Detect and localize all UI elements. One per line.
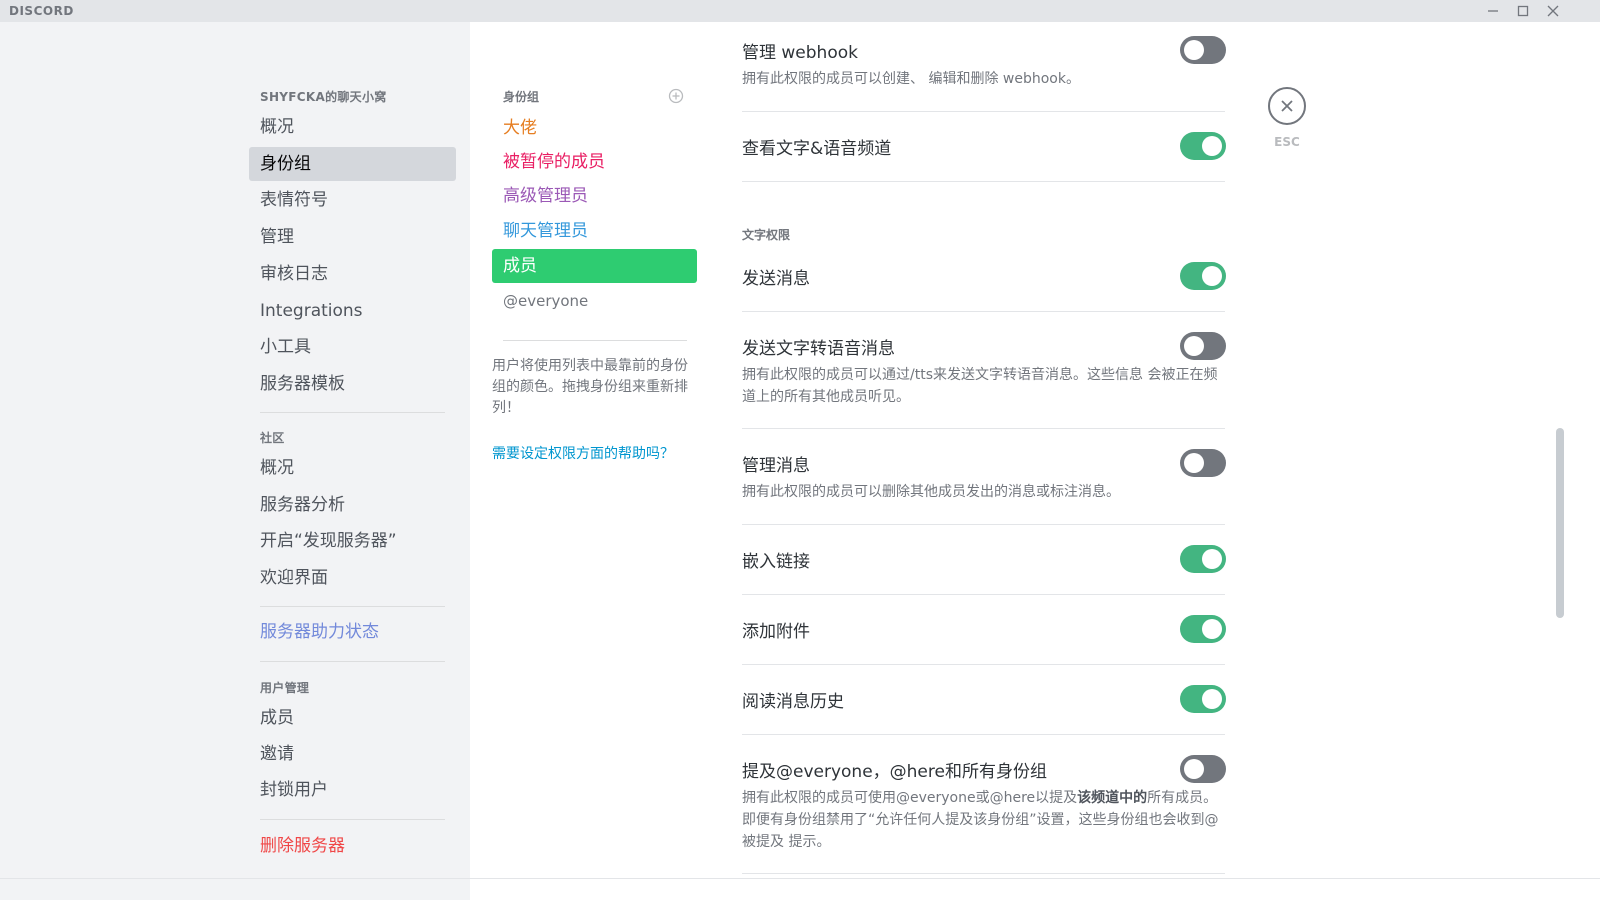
close-icon	[1281, 100, 1293, 112]
permission-divider	[742, 311, 1225, 312]
permission-desc-manage-webhooks: 拥有此权限的成员可以创建、 编辑和删除 webhook。	[742, 71, 1080, 87]
bottom-divider	[0, 878, 1600, 879]
close-settings-button[interactable]	[1268, 87, 1306, 125]
role-item[interactable]: 大佬	[492, 111, 697, 145]
desc-bold-part: 该频道中的	[1077, 790, 1148, 806]
role-item-everyone[interactable]: @everyone	[492, 284, 697, 318]
roles-divider	[503, 340, 687, 341]
sidebar-item-welcome-screen[interactable]: 欢迎界面	[249, 561, 456, 595]
user-management-header: 用户管理	[260, 681, 310, 695]
maximize-icon[interactable]	[1508, 0, 1538, 22]
toggle-send-tts[interactable]	[1180, 332, 1226, 360]
title-bar: DISCORD	[0, 0, 1600, 22]
sidebar-divider	[260, 661, 445, 662]
permission-title-read-history: 阅读消息历史	[742, 692, 844, 712]
sidebar-item-discovery[interactable]: 开启“发现服务器”	[249, 524, 456, 558]
toggle-embed-links[interactable]	[1180, 545, 1226, 573]
permission-divider	[742, 664, 1225, 665]
sidebar-item-insights[interactable]: 服务器分析	[249, 488, 456, 522]
permission-desc-send-tts: 拥有此权限的成员可以通过/tts来发送文字转语音消息。这些信息 会被正在频道上的…	[742, 367, 1218, 405]
permission-title-mention-everyone: 提及@everyone，@here和所有身份组	[742, 762, 1047, 782]
role-item[interactable]: 被暂停的成员	[492, 145, 697, 179]
sidebar-item-audit-log[interactable]: 审核日志	[249, 257, 456, 291]
toggle-view-channels[interactable]	[1180, 132, 1226, 160]
permission-divider	[742, 524, 1225, 525]
esc-label: ESC	[1274, 135, 1300, 149]
permission-title-embed-links: 嵌入链接	[742, 552, 810, 572]
permission-desc-mention-everyone: 拥有此权限的成员可使用@everyone或@here以提及该频道中的所有成员。即…	[742, 787, 1226, 853]
toggle-manage-messages[interactable]	[1180, 449, 1226, 477]
permission-divider	[742, 181, 1225, 182]
role-item-selected[interactable]: 成员	[492, 249, 697, 283]
permissions-help-link[interactable]: 需要设定权限方面的帮助吗？	[492, 443, 674, 463]
sidebar-item-community-overview[interactable]: 概况	[249, 451, 456, 485]
permission-divider	[742, 428, 1225, 429]
sidebar-item-integrations[interactable]: Integrations	[249, 294, 456, 328]
permission-title-view-channels: 查看文字&语音频道	[742, 139, 892, 159]
permission-divider	[742, 873, 1225, 874]
sidebar-item-emoji[interactable]: 表情符号	[249, 183, 456, 217]
roles-header: 身份组	[503, 90, 540, 104]
sidebar-item-bans[interactable]: 封锁用户	[249, 773, 456, 807]
sidebar-divider	[260, 819, 445, 820]
scrollbar-thumb[interactable]	[1556, 428, 1564, 618]
sidebar-item-widget[interactable]: 小工具	[249, 330, 456, 364]
permission-title-manage-messages: 管理消息	[742, 456, 810, 476]
permission-title-send-tts: 发送文字转语音消息	[742, 339, 895, 359]
community-header: 社区	[260, 431, 285, 445]
role-item[interactable]: 高级管理员	[492, 179, 697, 213]
server-settings-header: SHYFCKA的聊天小窝	[260, 90, 387, 104]
sidebar-divider	[260, 412, 445, 413]
roles-hint-text: 用户将使用列表中最靠前的身份组的颜色。拖拽身份组来重新排列！	[492, 358, 688, 416]
desc-part: 拥有此权限的成员可使用@everyone或@here以提及	[742, 790, 1078, 806]
add-role-icon[interactable]	[668, 88, 684, 104]
toggle-manage-webhooks[interactable]	[1180, 36, 1226, 64]
toggle-send-messages[interactable]	[1180, 262, 1226, 290]
toggle-read-history[interactable]	[1180, 685, 1226, 713]
discord-logo: DISCORD	[9, 4, 74, 18]
permission-divider	[742, 734, 1225, 735]
permission-divider	[742, 111, 1225, 112]
sidebar-item-roles[interactable]: 身份组	[249, 147, 456, 181]
permission-title-send-messages: 发送消息	[742, 269, 810, 289]
sidebar-item-server-template[interactable]: 服务器模板	[249, 367, 456, 401]
close-window-icon[interactable]	[1538, 0, 1568, 22]
sidebar-divider	[260, 606, 445, 607]
sidebar-item-moderation[interactable]: 管理	[249, 220, 456, 254]
permission-divider	[742, 594, 1225, 595]
permission-desc-manage-messages: 拥有此权限的成员可以删除其他成员发出的消息或标注消息。	[742, 484, 1120, 500]
permission-title-attach-files: 添加附件	[742, 622, 810, 642]
sidebar-item-members[interactable]: 成员	[249, 701, 456, 735]
toggle-mention-everyone[interactable]	[1180, 755, 1226, 783]
sidebar-item-boost-status[interactable]: 服务器助力状态	[249, 615, 456, 649]
text-permissions-header: 文字权限	[742, 228, 791, 242]
toggle-attach-files[interactable]	[1180, 615, 1226, 643]
minimize-icon[interactable]	[1478, 0, 1508, 22]
permission-title-manage-webhooks: 管理 webhook	[742, 43, 858, 63]
delete-server-button[interactable]: 删除服务器	[249, 829, 456, 863]
sidebar-item-overview[interactable]: 概况	[249, 110, 456, 144]
role-item[interactable]: 聊天管理员	[492, 214, 697, 248]
sidebar-item-invites[interactable]: 邀请	[249, 737, 456, 771]
